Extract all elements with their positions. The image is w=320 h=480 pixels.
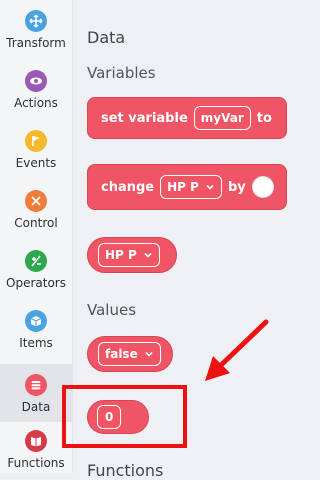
operators-icon [25, 250, 47, 272]
category-label: Events [15, 156, 57, 170]
hp-variable-reporter[interactable]: HP P [87, 237, 177, 273]
category-label: Transform [6, 36, 66, 50]
chevron-down-icon [206, 184, 214, 190]
section-variables: Variables [87, 64, 156, 82]
block-label-tail: by [227, 179, 246, 195]
block-label: change [101, 179, 155, 195]
variable-name-field[interactable]: myVar [193, 106, 251, 130]
annotation-arrow-icon [205, 319, 269, 381]
palette-title: Data [87, 28, 126, 47]
category-label: Functions [7, 456, 65, 470]
category-label: Items [19, 336, 53, 350]
category-transform[interactable]: Transform [0, 0, 72, 58]
boolean-value-reporter[interactable]: false [87, 336, 173, 372]
block-label-tail: to [256, 110, 272, 126]
category-items[interactable]: Items [0, 300, 72, 358]
data-icon [25, 374, 47, 396]
category-events[interactable]: Events [0, 120, 72, 178]
block-label: set variable [101, 110, 188, 126]
boolean-dropdown[interactable]: false [98, 342, 161, 366]
section-functions: Functions [87, 461, 164, 480]
eye-icon [25, 70, 47, 92]
set-variable-block[interactable]: set variable myVar to [87, 97, 287, 139]
dropdown-value: HP P [167, 180, 199, 194]
control-icon [25, 190, 47, 212]
variable-dropdown[interactable]: HP P [160, 175, 222, 199]
category-label: Actions [14, 96, 58, 110]
chevron-down-icon [144, 252, 152, 258]
dropdown-value: HP P [105, 248, 137, 262]
flag-icon [25, 130, 47, 152]
section-values: Values [87, 301, 137, 319]
category-operators[interactable]: Operators [0, 240, 72, 298]
variable-dropdown[interactable]: HP P [98, 243, 160, 267]
category-label: Operators [6, 276, 66, 290]
category-actions[interactable]: Actions [0, 60, 72, 118]
highlight-box [62, 385, 187, 448]
dropdown-value: false [105, 347, 138, 361]
book-icon [25, 430, 47, 452]
category-control[interactable]: Control [0, 180, 72, 238]
change-variable-block[interactable]: change HP P by [87, 164, 287, 210]
amount-input-slot[interactable] [251, 176, 274, 198]
cube-icon [25, 310, 47, 332]
transform-icon [25, 10, 47, 32]
chevron-down-icon [145, 351, 153, 357]
category-label: Control [14, 216, 58, 230]
